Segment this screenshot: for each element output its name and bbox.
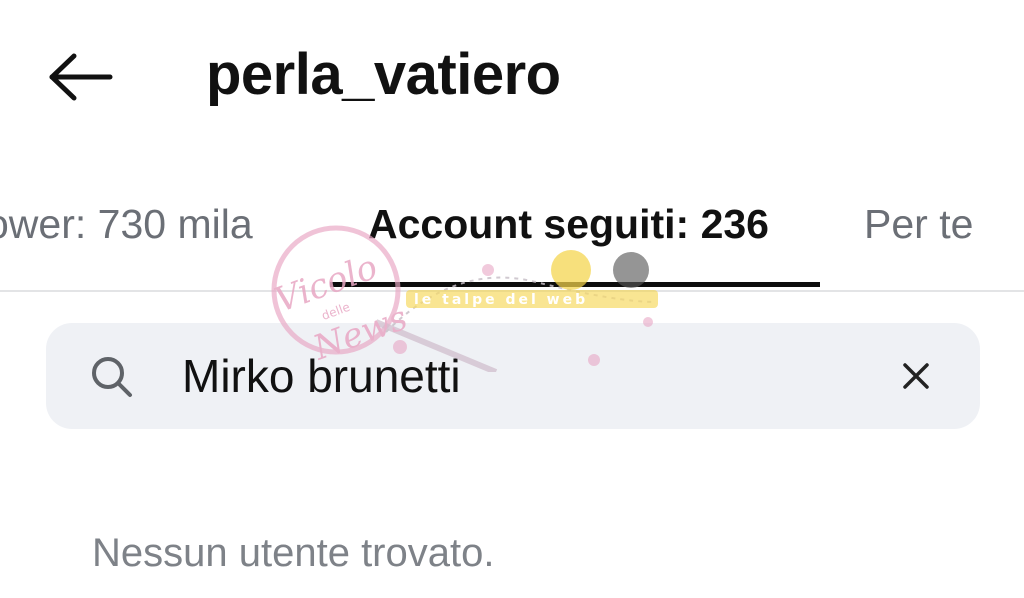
search-bar[interactable]	[46, 323, 980, 429]
header: perla_vatiero	[0, 0, 1024, 150]
empty-results-message: Nessun utente trovato.	[92, 531, 495, 575]
search-input[interactable]	[182, 345, 882, 407]
page-title: perla_vatiero	[206, 42, 561, 107]
close-icon	[903, 363, 929, 389]
svg-text:le talpe del web: le talpe del web	[414, 292, 588, 308]
tab-followers[interactable]: ower: 730 mila	[0, 198, 253, 250]
svg-text:delle: delle	[320, 300, 352, 323]
active-tab-indicator	[330, 282, 820, 287]
back-button[interactable]	[40, 42, 120, 112]
arrow-left-icon	[49, 53, 113, 101]
tab-for-you[interactable]: Per te	[864, 198, 973, 250]
screen: perla_vatiero ower: 730 mila Account seg…	[0, 0, 1024, 598]
clear-search-button[interactable]	[896, 356, 936, 396]
tab-following[interactable]: Account seguiti: 236	[368, 198, 769, 250]
search-icon	[92, 357, 132, 397]
tab-bar: ower: 730 mila Account seguiti: 236 Per …	[0, 188, 1024, 292]
